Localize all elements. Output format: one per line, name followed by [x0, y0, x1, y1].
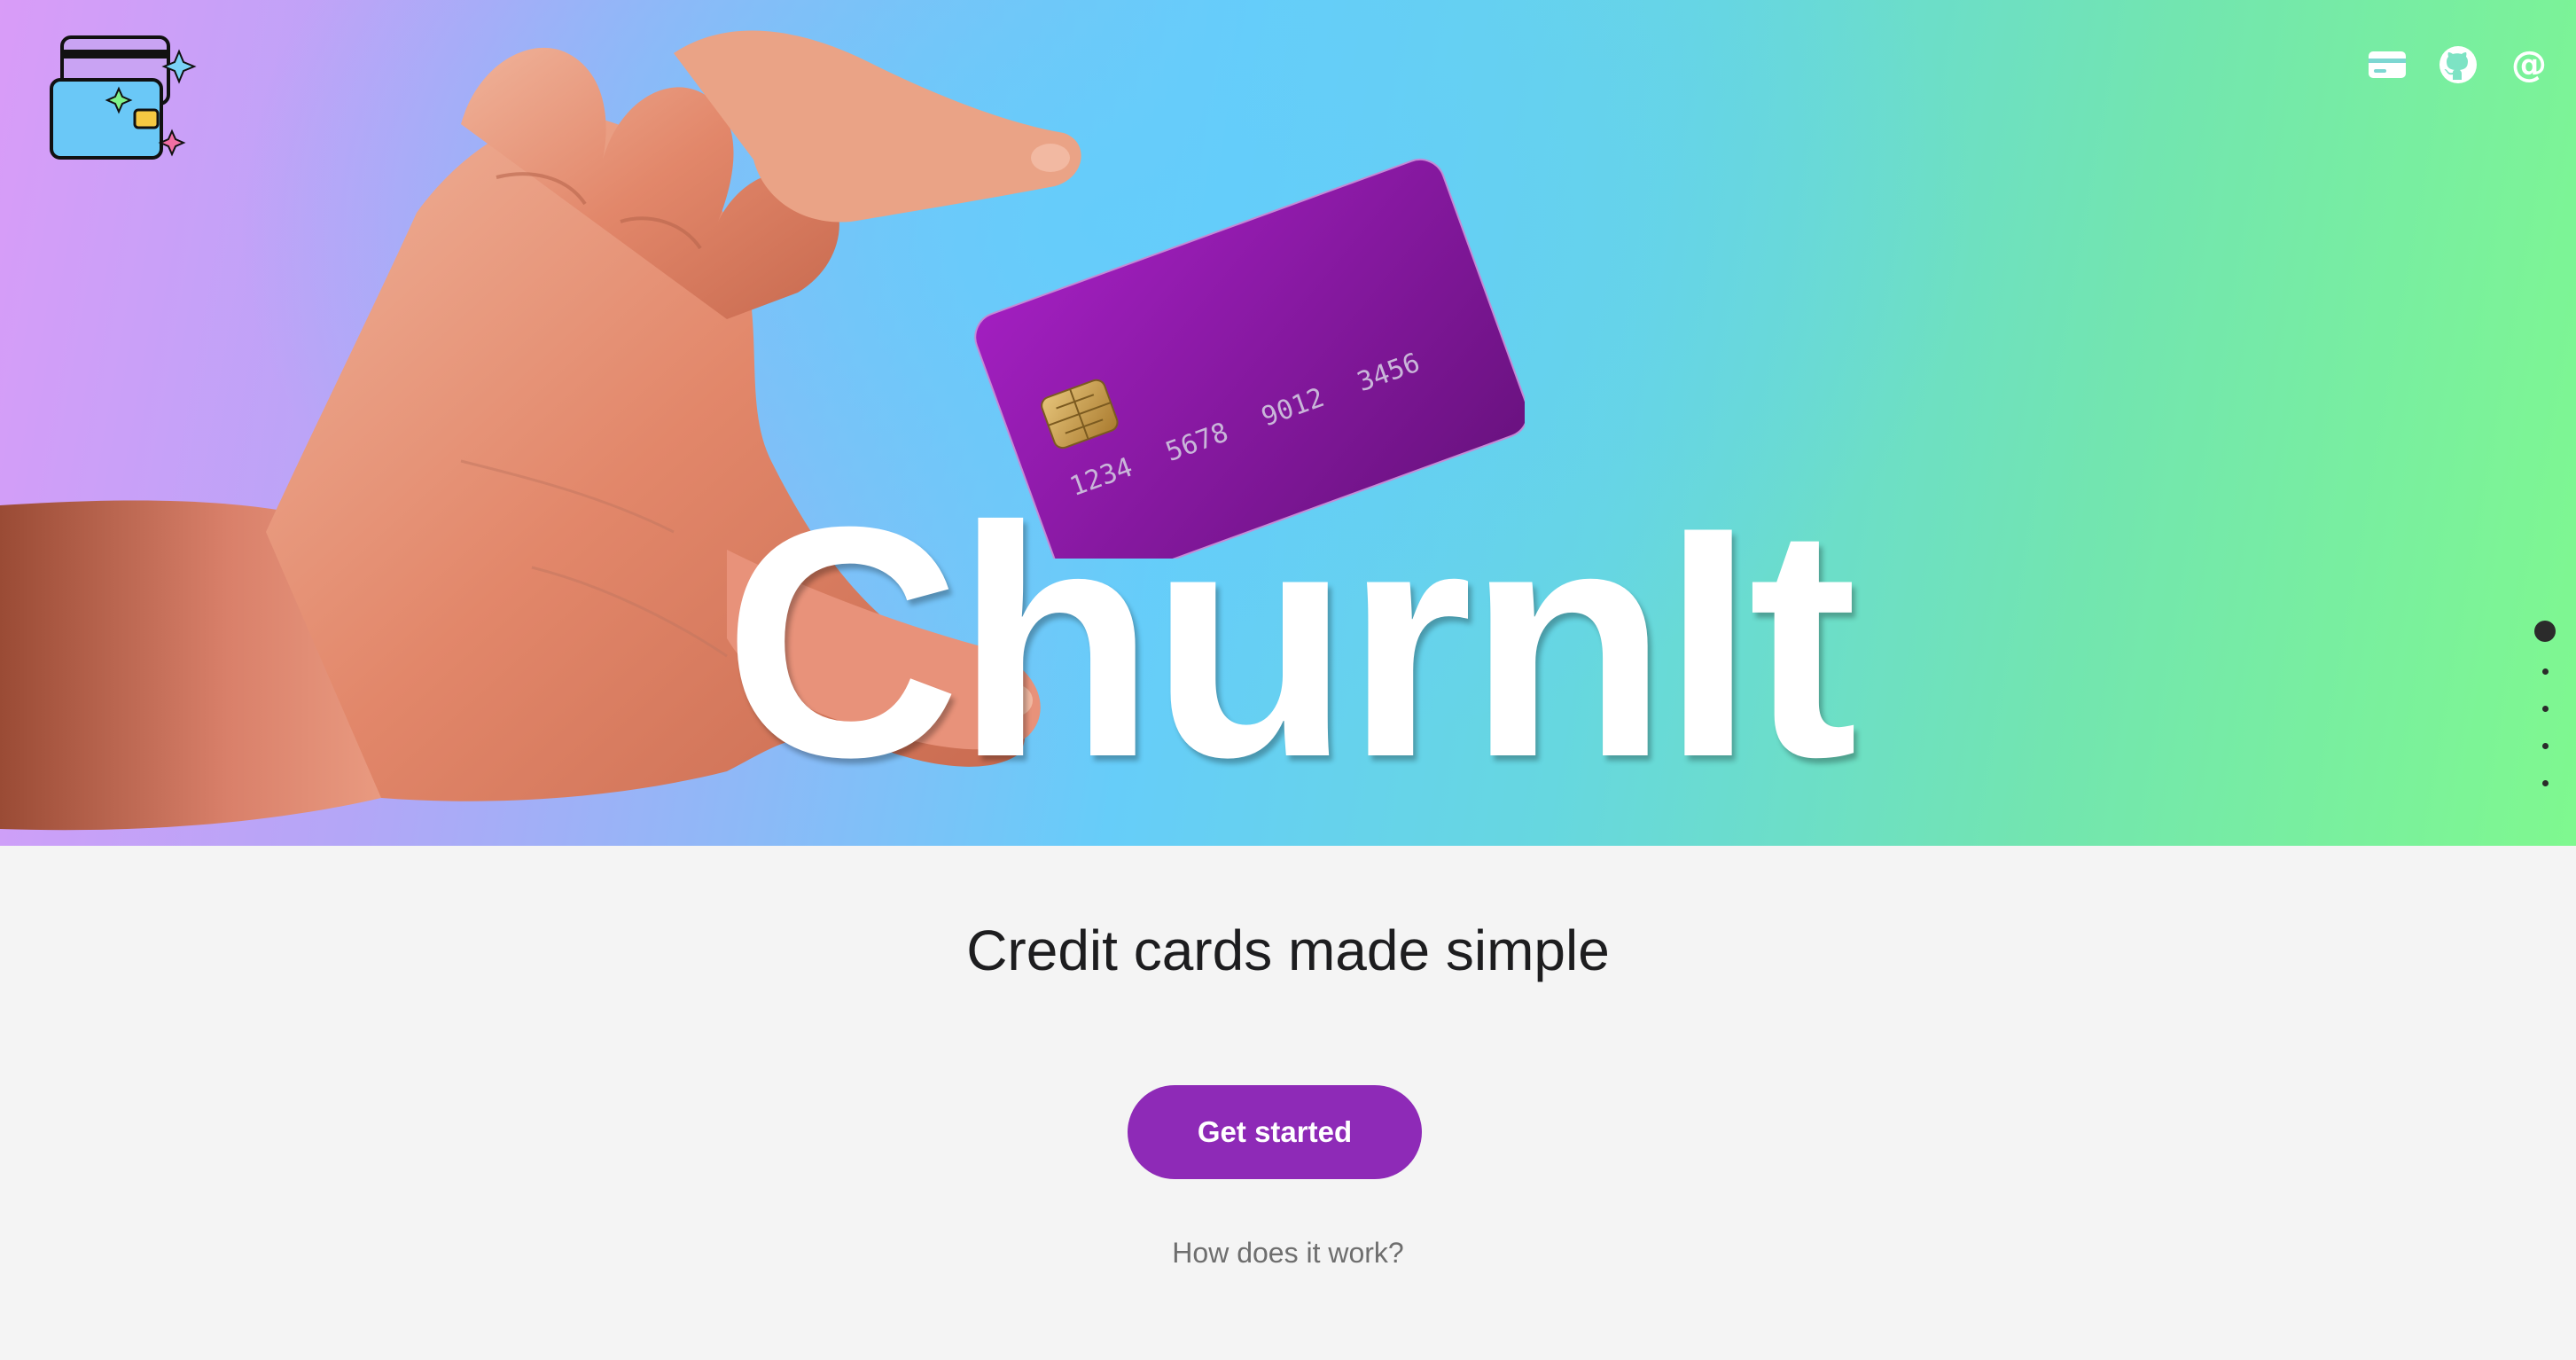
pagination-dot-3[interactable] [2541, 706, 2549, 712]
github-icon[interactable] [2438, 44, 2478, 85]
wallet-icon[interactable] [46, 25, 197, 167]
svg-text:@: @ [2511, 44, 2547, 85]
brand-title: ChurnIt [723, 459, 1857, 825]
pagination-dot-5[interactable] [2541, 780, 2549, 786]
section-pagination [2532, 621, 2558, 817]
credit-card-icon[interactable] [2367, 44, 2408, 85]
how-it-works-link[interactable]: How does it work? [0, 1237, 2576, 1270]
pagination-dot-4[interactable] [2541, 743, 2549, 749]
tagline: Credit cards made simple [966, 918, 1610, 982]
hero-banner: 1234 5678 9012 3456 @ ChurnIt [0, 0, 2576, 846]
top-nav: @ [2367, 44, 2549, 85]
get-started-button[interactable]: Get started [1128, 1085, 1422, 1179]
pagination-dot-2[interactable] [2541, 668, 2549, 675]
at-icon[interactable]: @ [2509, 44, 2549, 85]
pagination-dot-1[interactable] [2534, 621, 2556, 642]
page: 1234 5678 9012 3456 @ ChurnIt Credit car… [0, 0, 2576, 1360]
